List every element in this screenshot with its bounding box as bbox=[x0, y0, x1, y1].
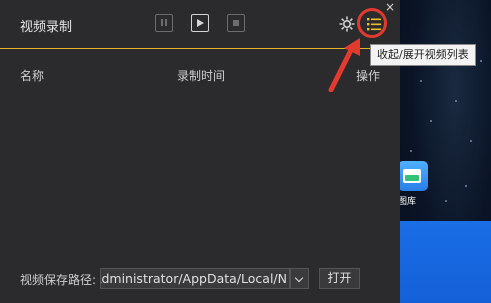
save-path-dropdown-button[interactable] bbox=[290, 268, 309, 289]
save-path-input[interactable]: Administrator/AppData/Local/N bbox=[100, 268, 290, 289]
open-folder-button[interactable]: 打开 bbox=[319, 268, 360, 289]
save-path-value: Administrator/AppData/Local/N bbox=[100, 271, 287, 286]
desktop-gallery-shortcut[interactable]: 图库 bbox=[398, 161, 428, 207]
window-title: 视频录制 bbox=[20, 20, 73, 35]
save-path-label: 视频保存路径: bbox=[20, 273, 97, 287]
gallery-label: 图库 bbox=[398, 197, 417, 207]
desktop-blue-area bbox=[400, 221, 491, 303]
list-toggle-tooltip: 收起/展开视频列表 bbox=[370, 44, 476, 66]
play-button[interactable] bbox=[191, 14, 209, 32]
stop-button[interactable] bbox=[227, 14, 245, 32]
annotation-arrow-icon bbox=[328, 38, 360, 92]
gallery-icon bbox=[398, 161, 428, 191]
column-header-record-time: 录制时间 bbox=[177, 69, 226, 83]
gear-icon[interactable] bbox=[338, 15, 356, 33]
close-button[interactable]: × bbox=[384, 0, 396, 14]
pause-button[interactable] bbox=[155, 14, 173, 32]
column-header-name: 名称 bbox=[20, 69, 45, 83]
annotation-circle bbox=[357, 8, 387, 38]
